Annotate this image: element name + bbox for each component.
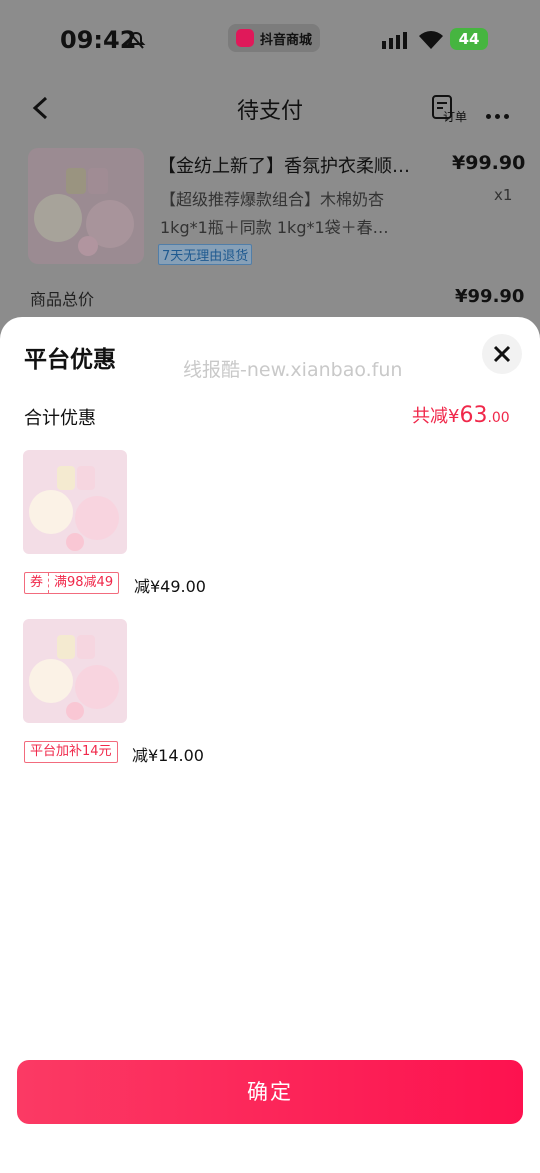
sheet-title: 平台优惠: [24, 347, 116, 373]
total-price-value: ¥99.90: [455, 286, 525, 307]
app-name: 抖音商城: [260, 32, 313, 48]
discount-amount: 减¥49.00: [134, 577, 206, 596]
product-image: [28, 148, 144, 264]
product-quantity: x1: [494, 186, 513, 204]
close-icon: [493, 345, 511, 363]
total-price-label: 商品总价: [30, 290, 95, 309]
total-discount-label: 合计优惠: [24, 408, 96, 429]
mute-bell-icon: [126, 31, 146, 49]
discount-amount: 减¥14.00: [132, 746, 204, 765]
more-options-icon[interactable]: [486, 104, 513, 123]
discount-item-image: [23, 619, 127, 723]
coupon-tag: 券满98减49: [24, 572, 120, 594]
app-indicator: 抖音商城: [228, 24, 321, 52]
confirm-button[interactable]: 确定: [17, 1060, 523, 1124]
product-title: 【金纺上新了】香氛护衣柔顺…: [158, 156, 410, 177]
product-spec: 【超级推荐爆款组合】木棉奶杏: [160, 190, 385, 209]
cellular-signal-icon: [382, 32, 407, 49]
product-price: ¥99.90: [452, 152, 526, 174]
order-button-label[interactable]: 订单: [443, 108, 467, 125]
return-policy-badge[interactable]: 7天无理由退货: [158, 244, 253, 265]
watermark-text: 线报酷-new.xianbao.fun: [183, 359, 403, 381]
battery-indicator: 44: [450, 28, 488, 50]
wifi-icon: [419, 31, 443, 49]
app-logo-icon: [236, 29, 254, 47]
discount-item-image: [23, 450, 127, 554]
status-time: 09:42: [60, 26, 137, 54]
close-button[interactable]: [482, 334, 522, 374]
total-discount-value: 共减¥63.00: [412, 403, 510, 428]
product-spec-detail[interactable]: 1kg*1瓶＋同款 1kg*1袋＋春…: [160, 214, 389, 238]
subsidy-tag: 平台加补14元: [24, 741, 118, 763]
